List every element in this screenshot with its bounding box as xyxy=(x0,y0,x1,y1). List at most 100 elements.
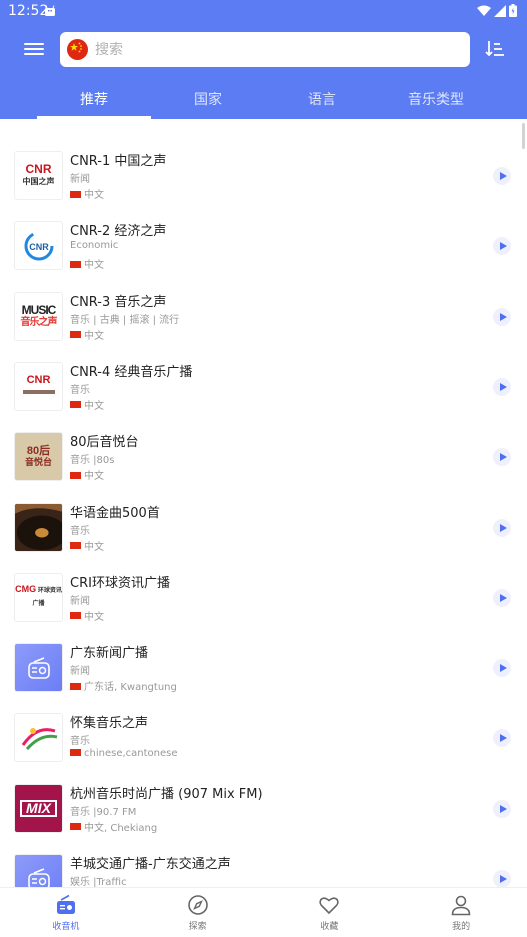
play-icon xyxy=(499,875,507,883)
station-language: 中文 xyxy=(70,186,104,201)
app-header: 12:52 搜索 推荐 国家 语言 音乐类型 xyxy=(0,0,527,119)
user-icon xyxy=(451,895,471,916)
station-name: 广东新闻广播 xyxy=(70,646,149,662)
station-logo[interactable]: MUSIC 音乐之声 xyxy=(14,291,63,341)
station-logo[interactable]: CMG 环球资讯广播 xyxy=(14,572,63,622)
station-logo[interactable]: 80后 音悦台 xyxy=(14,432,63,482)
station-row[interactable]: CMG 环球资讯广播 CRI环球资讯广播 新闻 中文 xyxy=(0,563,527,633)
station-genre: 音乐 xyxy=(70,525,90,537)
station-row[interactable]: CNR CNR-2 经济之声 Economic 中文 xyxy=(0,211,527,281)
station-name: CRI环球资讯广播 xyxy=(70,575,170,591)
menu-button[interactable] xyxy=(22,40,46,60)
china-flag-icon xyxy=(70,823,81,831)
play-button[interactable] xyxy=(493,870,511,887)
station-language: 中文 xyxy=(70,256,104,271)
tab-country[interactable]: 国家 xyxy=(151,80,265,119)
sort-icon[interactable] xyxy=(484,38,506,60)
nav-label-explore: 探索 xyxy=(188,922,207,932)
search-bar[interactable] xyxy=(60,32,470,67)
station-language: 中文 xyxy=(70,538,104,553)
menu-icon xyxy=(24,43,44,45)
nav-favorites[interactable]: 收藏 xyxy=(264,888,396,937)
station-genre: 音乐 | 古典 | 摇滚 | 流行 xyxy=(70,314,180,326)
play-button[interactable] xyxy=(493,588,511,607)
station-genre: 音乐 xyxy=(70,736,90,748)
station-row[interactable]: 怀集音乐之声 音乐 chinese,cantonese xyxy=(0,703,527,773)
station-genre: Economic xyxy=(70,240,119,252)
china-flag-icon xyxy=(70,682,81,690)
play-button[interactable] xyxy=(493,448,511,467)
station-row[interactable]: 华语金曲500首音乐 中文 xyxy=(0,493,527,563)
china-flag-icon[interactable] xyxy=(67,39,88,60)
play-button[interactable] xyxy=(493,799,511,818)
station-genre: 音乐 xyxy=(70,384,90,396)
play-button[interactable] xyxy=(493,518,511,537)
notification-icon xyxy=(45,5,55,16)
station-genre: 音乐 |90.7 FM xyxy=(70,806,137,818)
station-row[interactable]: CNR 中国之声 CNR-1 中国之声新闻 中文 xyxy=(0,141,527,211)
station-genre: 新闻 xyxy=(70,666,90,678)
station-name: CNR-2 经济之声 xyxy=(70,224,167,240)
play-button[interactable] xyxy=(493,659,511,678)
china-flag-icon xyxy=(70,542,81,549)
nav-label-favorites: 收藏 xyxy=(320,922,339,932)
station-logo[interactable] xyxy=(14,713,63,763)
china-flag-icon xyxy=(70,471,81,479)
play-button[interactable] xyxy=(493,307,511,326)
station-logo[interactable] xyxy=(14,643,63,693)
station-logo[interactable]: CNR xyxy=(14,221,63,271)
station-row[interactable]: 广东新闻广播 新闻 广东话, Kwangtung xyxy=(0,633,527,703)
station-row[interactable]: 80后 音悦台 80后音悦台 音乐 |80s 中文 xyxy=(0,422,527,492)
play-icon xyxy=(499,734,507,743)
play-icon xyxy=(499,242,507,251)
china-flag-icon xyxy=(70,260,81,268)
china-flag-icon xyxy=(70,331,81,339)
search-input[interactable] xyxy=(95,32,455,67)
nav-label-radio: 收音机 xyxy=(52,922,80,932)
station-language: 中文 xyxy=(70,467,104,482)
signal-icon xyxy=(494,4,506,17)
station-name: 怀集音乐之声 xyxy=(70,716,149,732)
station-logo[interactable]: MIX xyxy=(14,783,63,833)
play-button[interactable] xyxy=(493,167,511,185)
station-logo[interactable]: CNR 中国之声 xyxy=(14,151,63,200)
nav-label-profile: 我的 xyxy=(452,922,471,932)
station-row[interactable]: MUSIC 音乐之声 CNR-3 音乐之声 音乐 | 古典 | 摇滚 | 流行 中文 xyxy=(0,282,527,352)
play-icon xyxy=(499,523,507,532)
tab-music-genre[interactable]: 音乐类型 xyxy=(379,80,493,119)
tab-language[interactable]: 语言 xyxy=(265,80,379,119)
battery-icon xyxy=(509,4,517,17)
station-name: 华语金曲500首 xyxy=(70,505,160,521)
station-genre: 娱乐 |Traffic xyxy=(70,877,127,887)
tab-recommended[interactable]: 推荐 xyxy=(37,80,151,119)
category-tabs: 推荐 国家 语言 音乐类型 xyxy=(0,80,527,119)
status-icons xyxy=(477,4,517,17)
station-genre: 音乐 |80s xyxy=(70,455,115,467)
station-row[interactable]: 羊城交通广播-广东交通之声娱乐 |Traffic中文 xyxy=(0,844,527,887)
play-button[interactable] xyxy=(493,237,511,256)
play-icon xyxy=(499,664,507,673)
china-flag-icon xyxy=(70,401,81,409)
station-name: CNR-4 经典音乐广播 xyxy=(70,364,193,380)
station-logo[interactable] xyxy=(14,854,63,887)
station-language: 中文 xyxy=(70,397,104,412)
play-icon xyxy=(499,382,507,391)
svg-text:CNR: CNR xyxy=(29,242,49,252)
nav-radio[interactable]: 收音机 xyxy=(0,888,132,937)
play-icon xyxy=(499,312,507,321)
station-language: 中文 xyxy=(70,327,104,342)
station-row[interactable]: MIX 杭州音乐时尚广播 (907 Mix FM) 音乐 |90.7 FM 中文, C… xyxy=(0,774,527,844)
station-name: CNR-1 中国之声 xyxy=(70,154,167,169)
compass-icon xyxy=(187,895,208,915)
nav-profile[interactable]: 我的 xyxy=(395,888,527,937)
nav-explore[interactable]: 探索 xyxy=(132,888,264,937)
china-flag-icon xyxy=(70,612,81,620)
play-button[interactable] xyxy=(493,729,511,748)
station-logo[interactable]: CNR xyxy=(14,361,63,411)
play-icon xyxy=(499,172,507,180)
play-button[interactable] xyxy=(493,377,511,396)
station-language: 中文, Chekiang xyxy=(70,819,157,834)
station-logo[interactable] xyxy=(14,502,63,552)
station-genre: 新闻 xyxy=(70,174,90,185)
station-row[interactable]: CNR CNR-4 经典音乐广播音乐 中文 xyxy=(0,352,527,422)
